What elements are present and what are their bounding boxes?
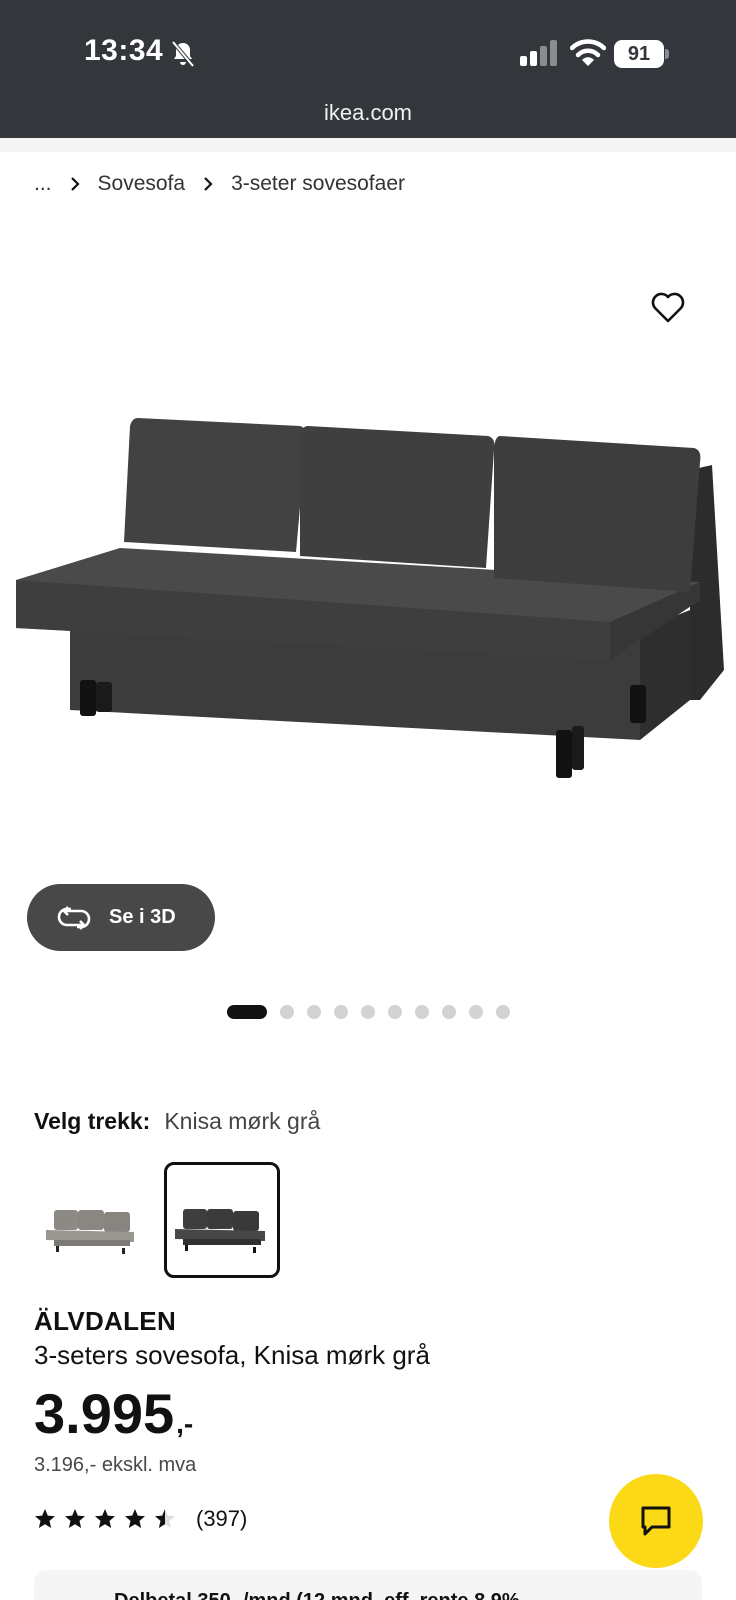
star-icon — [35, 1509, 55, 1528]
star-icon — [155, 1509, 175, 1528]
chevron-right-icon — [204, 177, 213, 191]
battery-level: 91 — [614, 40, 664, 68]
carousel-dot[interactable] — [469, 1005, 483, 1019]
carousel-dot[interactable] — [227, 1005, 267, 1019]
star-icon — [95, 1509, 115, 1528]
variant-label: Velg trekk: — [34, 1108, 151, 1134]
price-amount: 3.995 — [34, 1382, 175, 1445]
variant-selector: Velg trekk: Knisa mørk grå — [34, 1108, 320, 1135]
variant-swatch-dark-grey[interactable] — [164, 1162, 280, 1278]
carousel-dot[interactable] — [496, 1005, 510, 1019]
chat-icon — [641, 1506, 671, 1536]
rating-stars — [34, 1508, 184, 1530]
bell-muted-icon — [171, 40, 195, 68]
heart-icon[interactable] — [650, 290, 686, 324]
product-price: 3.995 ,- — [34, 1386, 193, 1442]
breadcrumb: ... Sovesofa 3-seter sovesofaer — [34, 172, 405, 196]
financing-text: Delbetal 350,-/mnd (12 mnd, eff. rente 8… — [114, 1590, 520, 1600]
product-image[interactable] — [0, 230, 736, 870]
breadcrumb-sovesofa[interactable]: Sovesofa — [98, 172, 186, 196]
product-brand: ÄLVDALEN — [34, 1306, 177, 1336]
rating[interactable]: (397) — [34, 1506, 247, 1532]
wifi-icon — [570, 39, 606, 66]
carousel-dot[interactable] — [307, 1005, 321, 1019]
cell-signal-icon — [520, 40, 557, 66]
variant-swatch-light-grey[interactable] — [34, 1162, 150, 1278]
status-time: 13:34 — [84, 34, 164, 67]
rating-count: (397) — [196, 1506, 248, 1531]
url-bar[interactable]: ikea.com — [0, 100, 736, 126]
status-bar: 13:34 91 ikea.com — [0, 0, 736, 138]
star-icon — [125, 1509, 145, 1528]
view-3d-label: Se i 3D — [109, 906, 176, 928]
carousel-dot[interactable] — [388, 1005, 402, 1019]
star-icon — [65, 1509, 85, 1528]
view-3d-button[interactable]: Se i 3D — [27, 884, 215, 951]
product-description: 3-seters sovesofa, Knisa mørk grå — [34, 1340, 430, 1370]
chevron-right-icon — [70, 177, 80, 191]
battery-icon: 91 — [614, 40, 670, 68]
breadcrumb-ellipsis[interactable]: ... — [34, 172, 52, 196]
divider — [0, 138, 736, 152]
breadcrumb-3-seter-sovesofaer[interactable]: 3-seter sovesofaer — [231, 172, 405, 196]
chat-button[interactable] — [609, 1474, 703, 1568]
carousel-dot[interactable] — [280, 1005, 294, 1019]
price-suffix: ,- — [176, 1408, 194, 1439]
carousel-dot[interactable] — [334, 1005, 348, 1019]
carousel-dots — [227, 1004, 523, 1020]
price-ex-vat: 3.196,- ekskl. mva — [34, 1454, 197, 1476]
financing-banner[interactable]: Delbetal 350,-/mnd (12 mnd, eff. rente 8… — [34, 1570, 702, 1600]
carousel-dot[interactable] — [361, 1005, 375, 1019]
carousel-dot[interactable] — [415, 1005, 429, 1019]
rotate-3d-icon — [57, 905, 91, 930]
variant-value: Knisa mørk grå — [164, 1108, 321, 1134]
carousel-dot[interactable] — [442, 1005, 456, 1019]
